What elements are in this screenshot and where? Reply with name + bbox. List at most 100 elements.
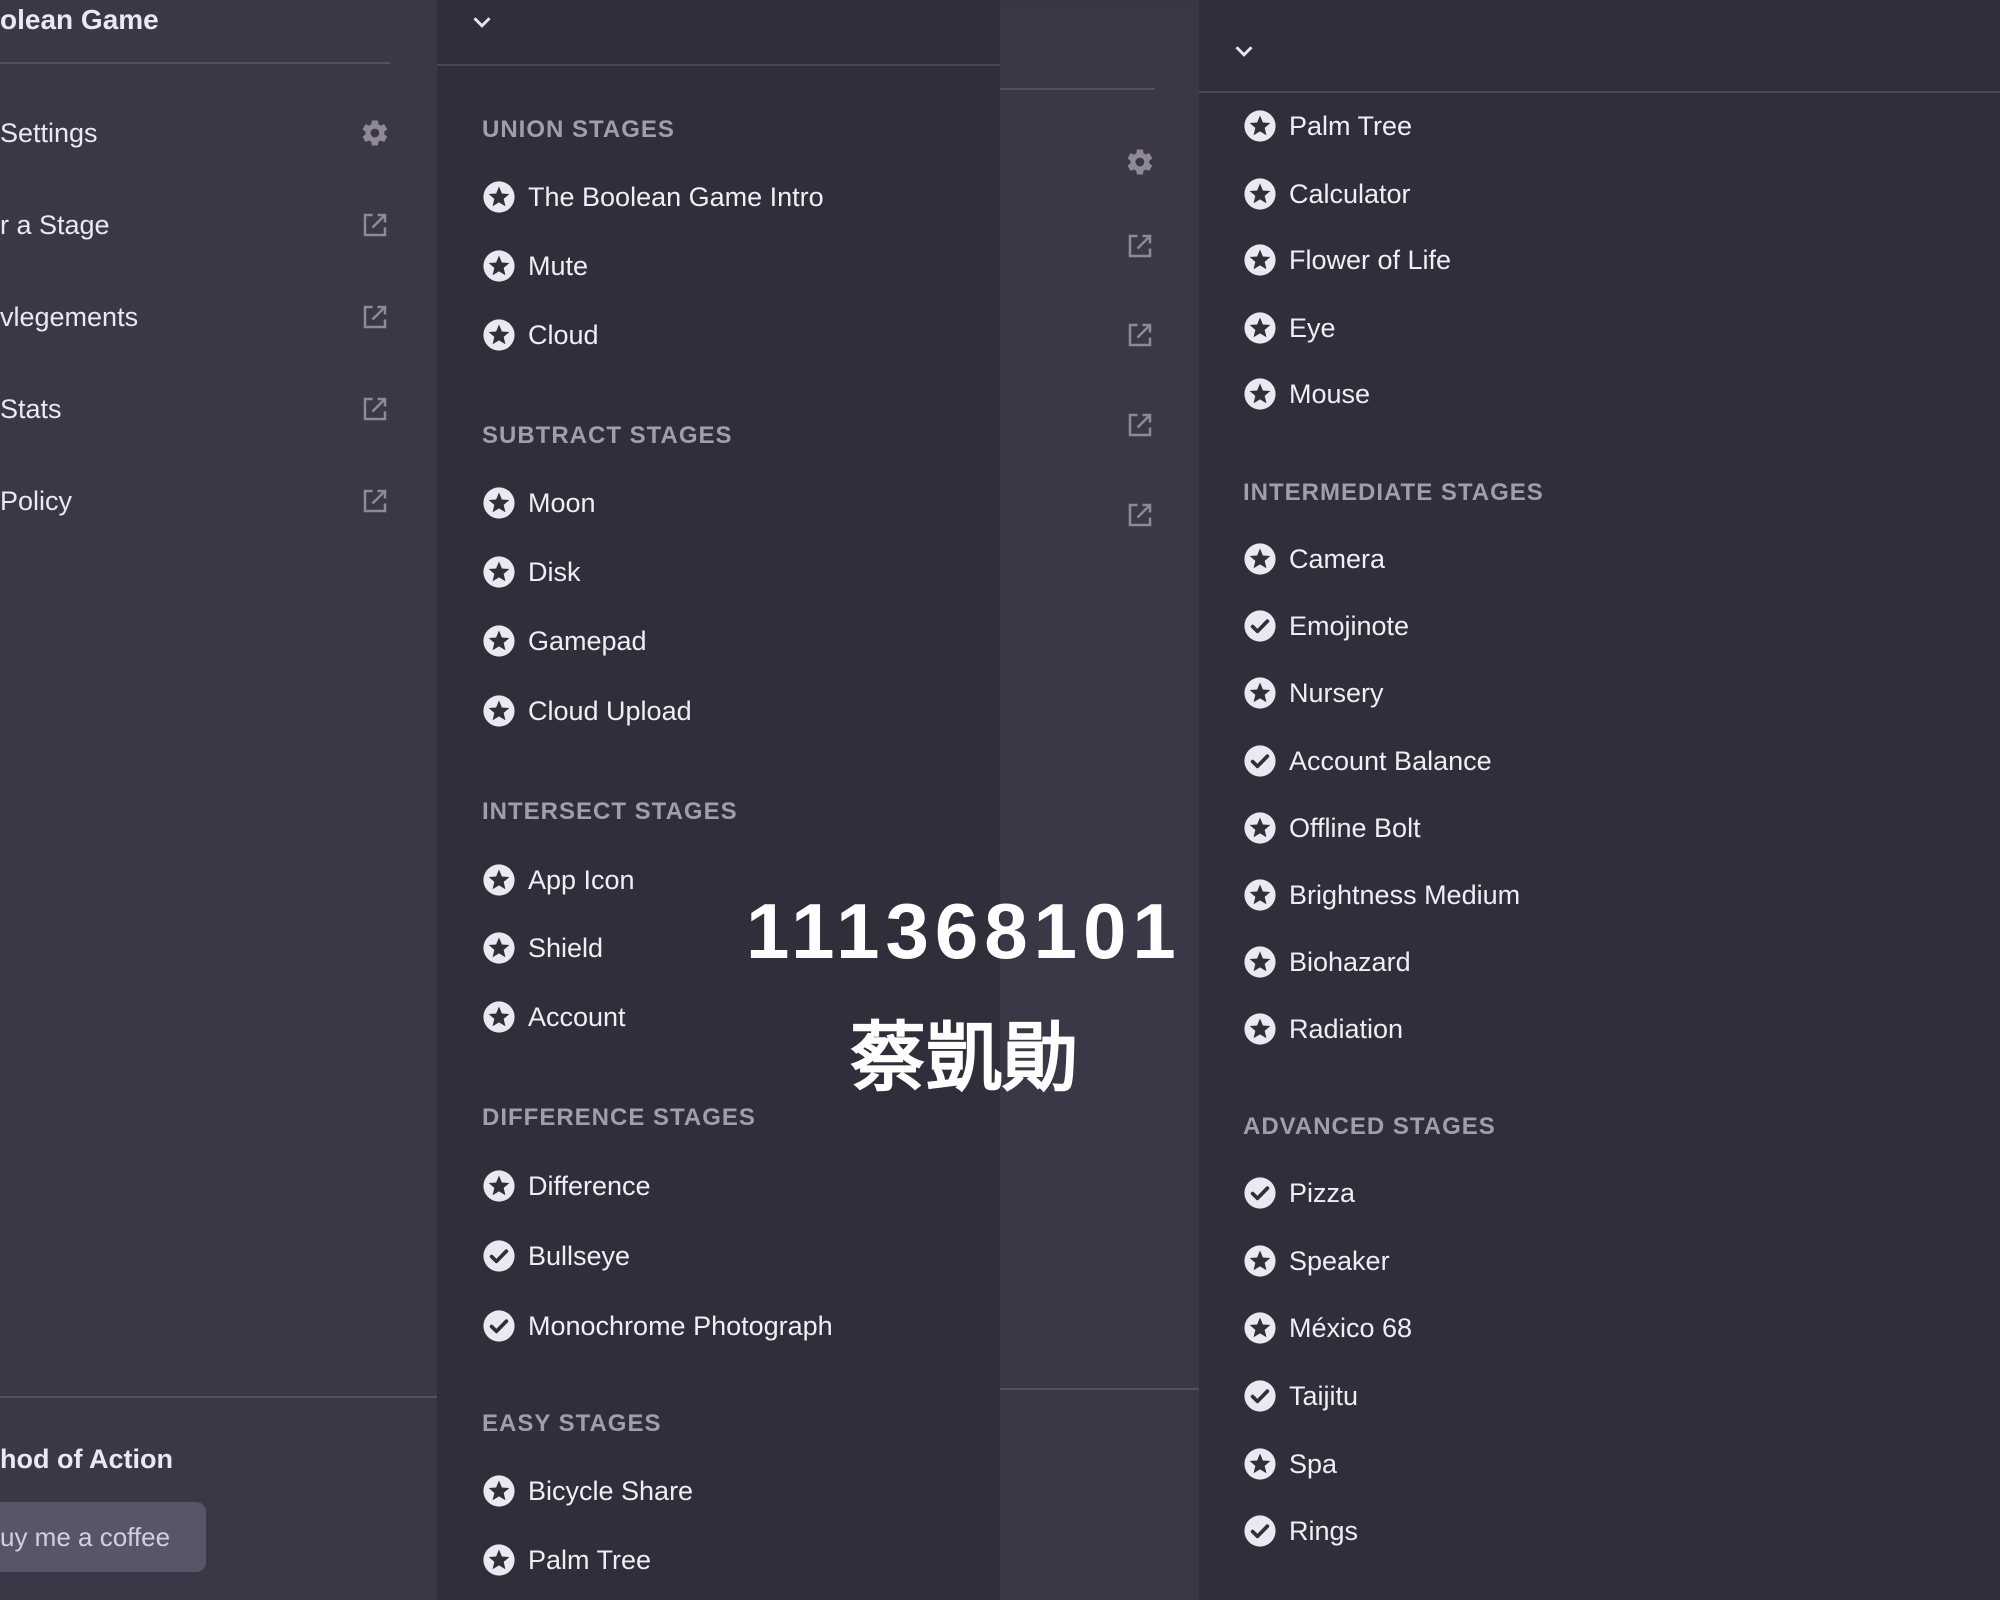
stage-label: Palm Tree [528,1545,652,1575]
stage-item-brightness-medium[interactable]: Brightness Medium [1243,873,1743,917]
section-header: SUBTRACT STAGES [482,422,733,449]
star-icon [482,931,516,965]
stage-label: Pizza [1289,1178,1356,1208]
stage-item-flower-of-life[interactable]: Flower of Life [1243,238,1743,282]
stage-item-palm-tree[interactable]: Palm Tree [482,1538,982,1582]
external-link-icon [360,210,390,240]
sidebar-item-stats[interactable]: Stats [0,388,390,438]
gear-icon[interactable] [1125,147,1155,177]
section-header: INTERMEDIATE STAGES [1243,479,1544,506]
stage-item-biohazard[interactable]: Biohazard [1243,940,1743,984]
stage-item-emojinote[interactable]: Emojinote [1243,604,1743,648]
star-icon [482,1000,516,1034]
stage-item-mouse[interactable]: Mouse [1243,372,1743,416]
star-icon [482,1543,516,1577]
star-icon [1243,243,1277,277]
stage-item-cloud[interactable]: Cloud [482,313,982,357]
stage-label: Radiation [1289,1014,1404,1044]
star-icon [1243,945,1277,979]
stage-item-rings[interactable]: Rings [1243,1509,1743,1553]
sidebar-item-label: vlegements [0,302,139,332]
external-link-icon[interactable] [1125,320,1155,350]
stage-item-speaker[interactable]: Speaker [1243,1239,1743,1283]
sidebar-item-request-a-stage[interactable]: r a Stage [0,204,390,254]
external-link-icon[interactable] [1125,410,1155,440]
star-icon [1243,878,1277,912]
sidebar-item-label: Stats [0,394,62,424]
star-icon [482,863,516,897]
check-icon [1243,744,1277,778]
stage-label: Spa [1289,1449,1338,1479]
stage-label: Cloud Upload [528,696,692,726]
stage-label: Shield [528,933,604,963]
check-icon [1243,1379,1277,1413]
overlay-number: 111368101 [746,887,1182,975]
stage-item-cloud-upload[interactable]: Cloud Upload [482,689,982,733]
stage-item-spa[interactable]: Spa [1243,1442,1743,1486]
stage-item-nursery[interactable]: Nursery [1243,671,1743,715]
stage-item-camera[interactable]: Camera [1243,537,1743,581]
stage-label: Difference [528,1171,651,1201]
stage-item-difference[interactable]: Difference [482,1164,982,1208]
stage-item-account-balance[interactable]: Account Balance [1243,739,1743,783]
star-icon [1243,1311,1277,1345]
stage-list-panel-right: Palm Tree Calculator Flower of Life Eye Mous… [1199,0,2000,1600]
star-icon [482,249,516,283]
star-icon [1243,811,1277,845]
stage-label: Account Balance [1289,746,1492,776]
sidebar-item-privacy-policy[interactable]: Policy [0,480,390,530]
star-icon [1243,311,1277,345]
stage-item-moon[interactable]: Moon [482,481,982,525]
stage-label: Account [528,1002,626,1032]
stage-item-gamepad[interactable]: Gamepad [482,619,982,663]
stage-label: Palm Tree [1289,111,1413,141]
sidebar-divider [0,1396,437,1398]
stage-item-palm-tree[interactable]: Palm Tree [1243,104,1743,148]
section-header: DIFFERENCE STAGES [482,1104,756,1131]
sidebar-item-acknowledgements[interactable]: vlegements [0,296,390,346]
stage-label: Eye [1289,313,1336,343]
stage-item-the-boolean-game-intro[interactable]: The Boolean Game Intro [482,175,982,219]
stage-label: Speaker [1289,1246,1390,1276]
external-link-icon [360,302,390,332]
section-header: INTERSECT STAGES [482,798,738,825]
stage-item-m-xico-68[interactable]: México 68 [1243,1306,1743,1350]
stage-item-radiation[interactable]: Radiation [1243,1007,1743,1051]
stage-label: Offline Bolt [1289,813,1421,843]
stage-item-bicycle-share[interactable]: Bicycle Share [482,1469,982,1513]
star-icon [1243,377,1277,411]
stage-sections: Palm Tree Calculator Flower of Life Eye Mous… [1243,0,2000,1600]
stage-item-eye[interactable]: Eye [1243,306,1743,350]
stage-list-panel: UNION STAGES The Boolean Game Intro Mute Cl… [437,0,1000,1600]
sidebar-item-label: Settings [0,118,98,148]
stage-item-calculator[interactable]: Calculator [1243,172,1743,216]
sidebar-item-settings[interactable]: Settings [0,112,390,162]
stage-label: Rings [1289,1516,1359,1546]
external-link-icon[interactable] [1125,500,1155,530]
stage-item-pizza[interactable]: Pizza [1243,1171,1743,1215]
stage-label: Disk [528,557,581,587]
stage-label: Mute [528,251,589,281]
buy-me-a-coffee-button[interactable]: uy me a coffee [0,1502,206,1572]
star-icon [482,555,516,589]
stage-label: Calculator [1289,179,1411,209]
stage-item-monochrome-photograph[interactable]: Monochrome Photograph [482,1304,982,1348]
sidebar-divider [1000,1388,1199,1390]
stage-item-disk[interactable]: Disk [482,550,982,594]
stage-item-offline-bolt[interactable]: Offline Bolt [1243,806,1743,850]
star-icon [1243,177,1277,211]
stage-label: App Icon [528,865,635,895]
external-link-icon[interactable] [1125,231,1155,261]
sidebar-item-label: r a Stage [0,210,110,240]
stage-label: Bicycle Share [528,1476,694,1506]
star-icon [1243,109,1277,143]
check-icon [1243,1514,1277,1548]
stage-item-bullseye[interactable]: Bullseye [482,1234,982,1278]
stage-item-taijitu[interactable]: Taijitu [1243,1374,1743,1418]
star-icon [482,486,516,520]
stage-item-mute[interactable]: Mute [482,244,982,288]
stage-label: Gamepad [528,626,647,656]
star-icon [482,318,516,352]
star-icon [482,1169,516,1203]
sidebar-divider [1000,88,1155,90]
